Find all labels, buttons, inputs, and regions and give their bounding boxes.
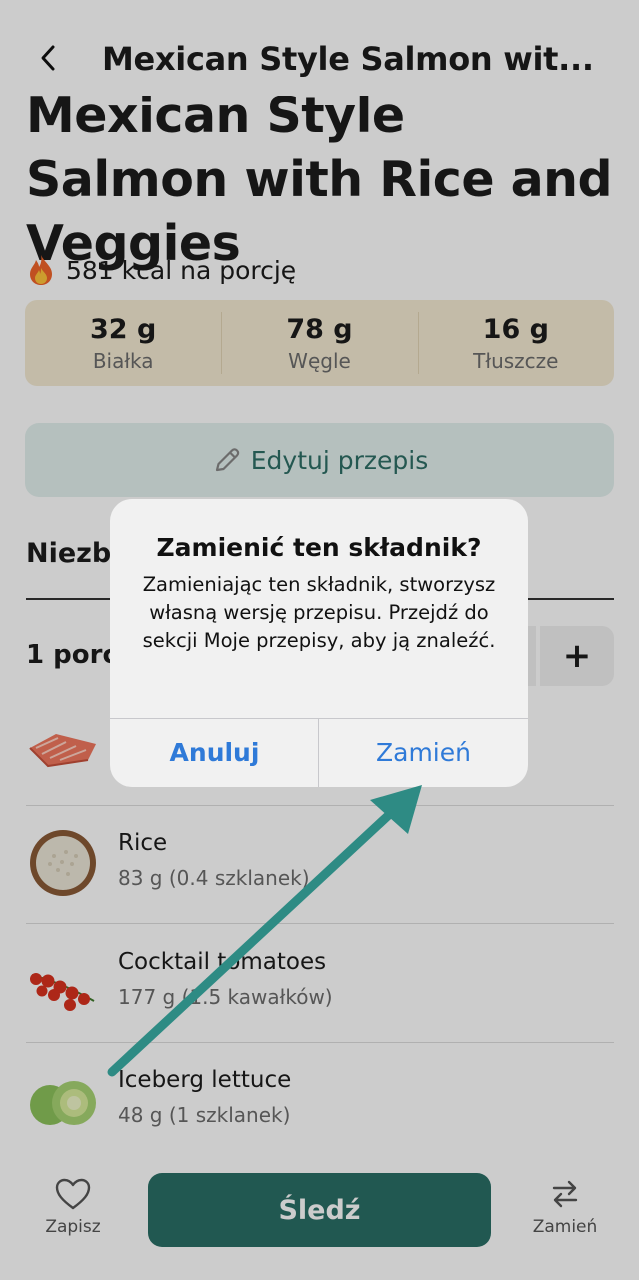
cancel-button[interactable]: Anuluj [110, 718, 319, 787]
confirm-swap-button[interactable]: Zamień [319, 718, 528, 787]
dialog-message: Zamieniając ten składnik, stworzysz włas… [142, 573, 496, 652]
swap-ingredient-dialog: Zamienić ten składnik? Zamieniając ten s… [110, 499, 528, 787]
dialog-title: Zamienić ten składnik? [156, 533, 482, 562]
